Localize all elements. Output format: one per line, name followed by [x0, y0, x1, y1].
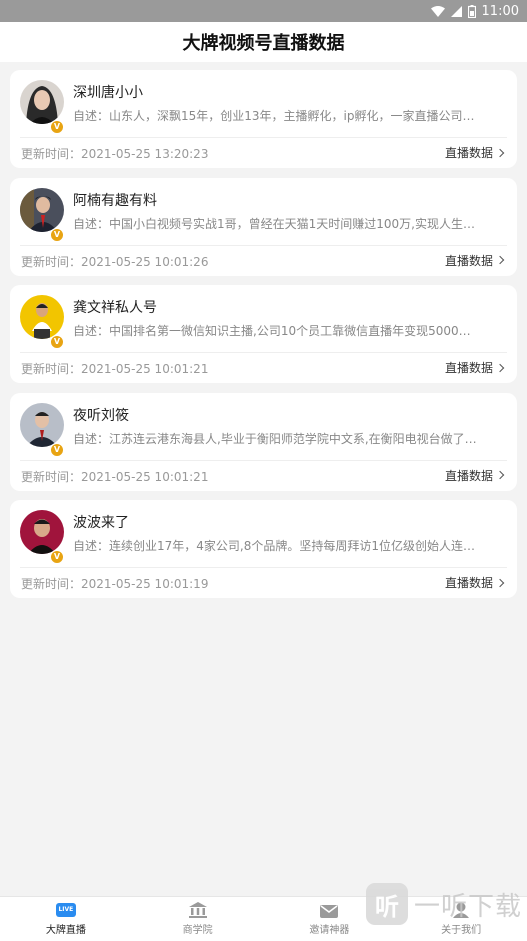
update-time: 更新时间：2021-05-25 13:20:23: [21, 147, 209, 161]
divider: [20, 137, 507, 138]
watermark-text: 一听下载: [414, 891, 523, 922]
divider: [20, 244, 507, 246]
streamer-card[interactable]: V 龚文祥私人号 自述：中国排名第一微信知识主播,公司10个员工靠微信直播年变现…: [10, 285, 517, 383]
signal-icon: [450, 5, 462, 17]
tab-label: 商学院: [182, 925, 213, 936]
verified-badge-icon: V: [50, 550, 64, 564]
streamer-name: 深圳唐小小: [73, 85, 143, 101]
battery-icon: [467, 4, 476, 18]
divider: [20, 459, 507, 461]
building-icon: [188, 902, 208, 918]
divider: [20, 352, 507, 353]
live-data-label: 直播数据: [444, 253, 493, 268]
streamer-name: 夜听刘筱: [73, 407, 129, 424]
watermark-logo: 听: [366, 883, 408, 925]
update-time: 更新时间：2021-05-25 10:01:21: [21, 469, 209, 484]
streamer-card[interactable]: V 阿楠有趣有料 自述：中国小白视频号实战1哥，曾经在天猫1天时间赚过100万,…: [10, 177, 517, 276]
streamer-desc: 自述：山东人，深飘15年，创业13年，主播孵化，ip孵化，一家直播公司…: [73, 109, 475, 123]
live-icon: LIVE: [55, 903, 76, 917]
live-data-link[interactable]: 直播数据: [444, 359, 505, 376]
streamer-card[interactable]: V 夜听刘筱 自述：江苏连云港东海县人,毕业于衡阳师范学院中文系,在衡阳电视台做…: [10, 392, 517, 491]
tab-label: 邀请神器: [309, 925, 350, 936]
live-data-link[interactable]: 直播数据: [444, 144, 505, 161]
watermark: 听 一听下载: [366, 872, 526, 936]
verified-badge-icon: V: [50, 335, 64, 349]
live-data-label: 直播数据: [444, 361, 493, 375]
wifi-icon: [430, 5, 445, 17]
live-data-link[interactable]: 直播数据: [444, 252, 505, 269]
update-time: 更新时间：2021-05-25 10:01:21: [21, 362, 209, 376]
mail-icon: [319, 902, 339, 918]
streamer-desc: 自述：中国小白视频号实战1哥，曾经在天猫1天时间赚过100万,实现人生…: [73, 216, 475, 231]
verified-badge-icon: V: [50, 442, 64, 457]
live-data-link[interactable]: 直播数据: [444, 467, 505, 484]
update-time: 更新时间：2021-05-25 10:01:19: [21, 577, 209, 591]
streamer-card[interactable]: V 深圳唐小小 自述：山东人，深飘15年，创业13年，主播孵化，ip孵化，一家直…: [10, 70, 517, 168]
live-data-label: 直播数据: [444, 146, 493, 160]
avatar[interactable]: V: [20, 510, 64, 564]
live-data-label: 直播数据: [444, 576, 493, 590]
divider: [20, 567, 507, 568]
chevron-right-icon: [495, 148, 505, 157]
streamer-list: V 深圳唐小小 自述：山东人，深飘15年，创业13年，主播孵化，ip孵化，一家直…: [10, 70, 517, 608]
status-bar: 11:00: [0, 0, 527, 22]
streamer-desc: 自述：连续创业17年，4家公司,8个品牌。坚持每周拜访1位亿级创始人连…: [73, 539, 475, 553]
chevron-right-icon: [495, 470, 505, 480]
chevron-right-icon: [495, 363, 505, 372]
tab-live[interactable]: LIVE 大牌直播: [0, 897, 132, 941]
avatar[interactable]: V: [20, 402, 64, 457]
tab-label: 大牌直播: [45, 925, 86, 936]
verified-badge-icon: V: [50, 120, 64, 134]
live-data-label: 直播数据: [444, 468, 493, 483]
streamer-name: 龚文祥私人号: [73, 300, 157, 316]
chevron-right-icon: [495, 578, 505, 587]
streamer-name: 阿楠有趣有料: [73, 192, 157, 209]
streamer-card[interactable]: V 波波来了 自述：连续创业17年，4家公司,8个品牌。坚持每周拜访1位亿级创始…: [10, 500, 517, 598]
streamer-name: 波波来了: [73, 515, 129, 531]
verified-badge-icon: V: [50, 227, 64, 242]
status-time: 11:00: [481, 3, 519, 19]
chevron-right-icon: [495, 255, 505, 265]
avatar[interactable]: V: [20, 80, 64, 134]
avatar[interactable]: V: [20, 295, 64, 349]
tab-business-school[interactable]: 商学院: [132, 897, 264, 941]
live-data-link[interactable]: 直播数据: [444, 574, 505, 591]
update-time: 更新时间：2021-05-25 10:01:26: [21, 254, 209, 269]
streamer-desc: 自述：中国排名第一微信知识主播,公司10个员工靠微信直播年变现5000…: [73, 324, 471, 338]
streamer-desc: 自述：江苏连云港东海县人,毕业于衡阳师范学院中文系,在衡阳电视台做了…: [73, 431, 477, 446]
page-title: 大牌视频号直播数据: [0, 22, 527, 62]
avatar[interactable]: V: [20, 187, 64, 242]
